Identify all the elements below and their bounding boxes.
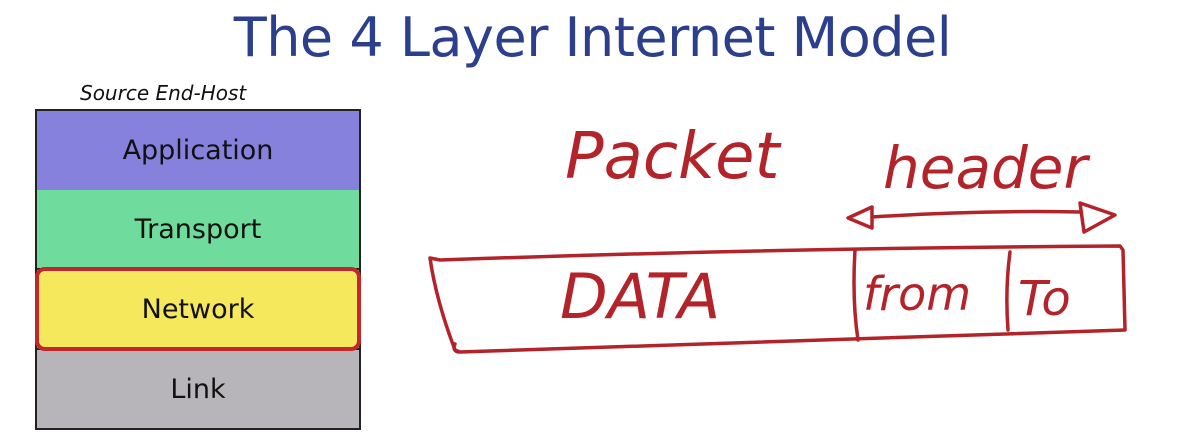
divider-data-from [852,248,860,342]
packet-annotation: Packet header DATA from To [428,120,1127,354]
field-data: DATA [560,260,720,333]
packet-label: Packet [565,120,782,194]
field-from: from [863,267,971,321]
header-arrow-right-head [1078,201,1117,234]
field-to: To [1018,271,1071,327]
divider-from-to [1005,250,1012,332]
header-arrow-left-head [846,205,874,230]
header-arrow-shaft [870,209,1082,219]
header-label: header [883,134,1090,202]
